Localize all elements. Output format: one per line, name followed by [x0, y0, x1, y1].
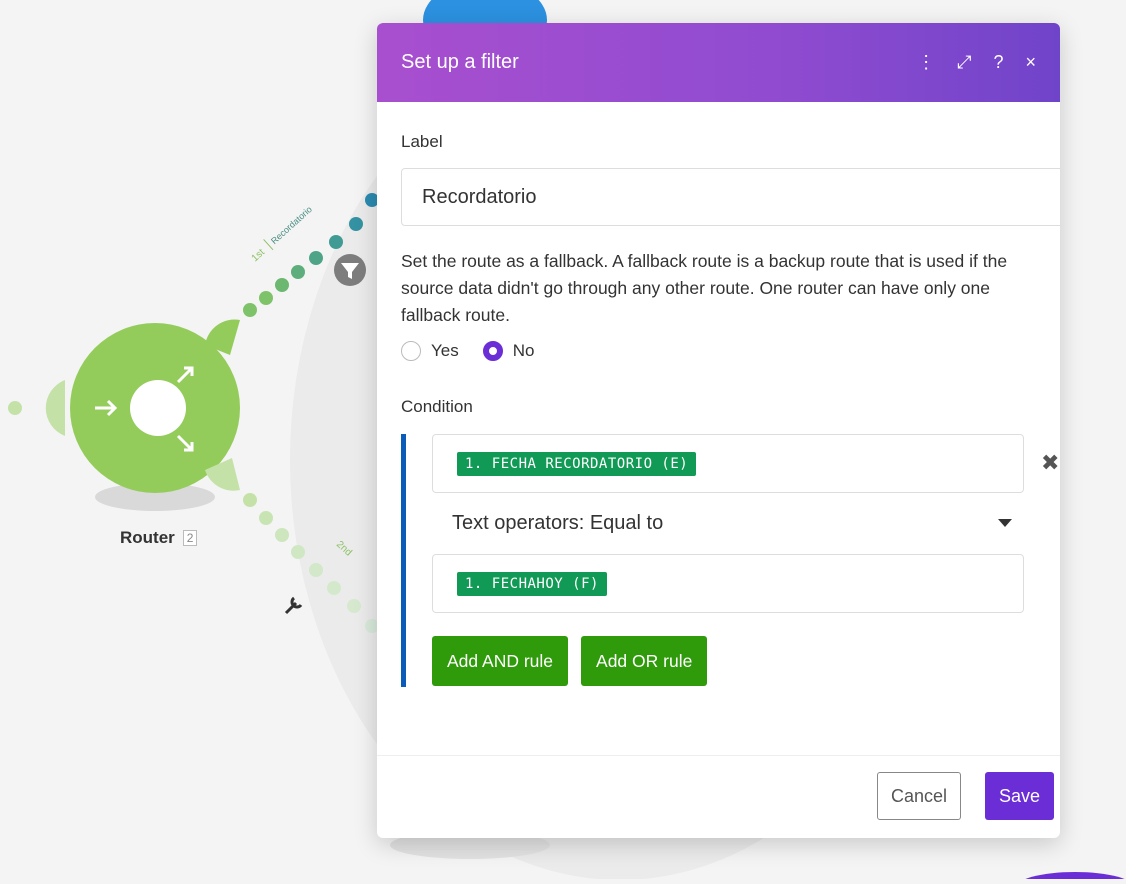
- incoming-dot: [8, 401, 22, 415]
- label-field-label: Label: [401, 132, 443, 151]
- fallback-radio-group: Yes No: [401, 341, 1036, 361]
- router-id-badge: 2: [182, 530, 198, 546]
- route-1-name: Recordatorio: [269, 204, 314, 246]
- route-dot: [275, 528, 289, 542]
- router-label: Router 2: [120, 528, 198, 548]
- route-dot: [243, 303, 257, 317]
- condition-left-input[interactable]: 1. FECHA RECORDATORIO (E): [432, 434, 1024, 493]
- condition-label: Condition: [401, 397, 473, 416]
- operator-select[interactable]: Text operators: Equal to: [432, 493, 1024, 554]
- rule-buttons: Add AND rule Add OR rule: [432, 636, 1036, 686]
- route-dot: [327, 581, 341, 595]
- route-dot: [243, 493, 257, 507]
- route-dot: [309, 251, 323, 265]
- dialog-body: Label Recordatorio Set the route as a fa…: [377, 132, 1060, 687]
- router-center: [130, 380, 186, 436]
- route-1-order: 1st: [250, 247, 267, 264]
- route-dot: [349, 217, 363, 231]
- help-icon[interactable]: ?: [993, 52, 1003, 73]
- dialog-title: Set up a filter: [401, 51, 519, 73]
- left-operand-pill[interactable]: 1. FECHA RECORDATORIO (E): [457, 451, 697, 476]
- route-dot: [259, 511, 273, 525]
- caret-down-icon: [998, 519, 1012, 527]
- header-actions: ⋮ ⤢ ? ×: [917, 52, 1036, 73]
- filter-dialog: Set up a filter ⋮ ⤢ ? × Label Recordator…: [377, 23, 1060, 838]
- fallback-no-radio[interactable]: [482, 341, 503, 361]
- remove-condition-icon[interactable]: ✖: [1041, 450, 1059, 476]
- close-icon[interactable]: ×: [1025, 52, 1036, 73]
- add-or-rule-button[interactable]: Add OR rule: [581, 636, 708, 686]
- fallback-no-label: No: [512, 341, 535, 360]
- right-operand-pill[interactable]: 1. FECHAHOY (F): [457, 571, 607, 596]
- dialog-footer: Cancel Save: [377, 755, 1060, 838]
- fallback-help-text: Set the route as a fallback. A fallback …: [401, 251, 1008, 325]
- route-dot: [275, 278, 289, 292]
- route-dot: [259, 291, 273, 305]
- fallback-no-option[interactable]: No: [482, 341, 535, 361]
- fallback-yes-option[interactable]: Yes: [401, 341, 459, 361]
- router-name: Router: [120, 528, 175, 547]
- route-dot: [291, 545, 305, 559]
- more-icon[interactable]: ⋮: [917, 52, 935, 73]
- dialog-header: Set up a filter ⋮ ⤢ ? ×: [377, 23, 1060, 102]
- operator-value: Text operators: Equal to: [452, 512, 664, 534]
- label-input[interactable]: Recordatorio: [401, 168, 1060, 226]
- condition-right-input[interactable]: 1. FECHAHOY (F): [432, 554, 1024, 613]
- fallback-yes-radio[interactable]: [401, 341, 421, 361]
- canvas-button-purple: [1016, 872, 1126, 884]
- wrench-icon[interactable]: [284, 596, 303, 615]
- fallback-yes-label: Yes: [431, 341, 459, 360]
- save-button[interactable]: Save: [985, 772, 1055, 820]
- add-and-rule-button[interactable]: Add AND rule: [432, 636, 569, 686]
- cancel-button[interactable]: Cancel: [877, 772, 962, 820]
- route-dot: [347, 599, 361, 613]
- route-dot: [291, 265, 305, 279]
- incoming-connector: [45, 380, 65, 436]
- condition-group: 1. FECHA RECORDATORIO (E) ✖ Text operato…: [401, 434, 1059, 687]
- expand-icon[interactable]: ⤢: [957, 52, 971, 73]
- route-dot: [329, 235, 343, 249]
- route-dot: [309, 563, 323, 577]
